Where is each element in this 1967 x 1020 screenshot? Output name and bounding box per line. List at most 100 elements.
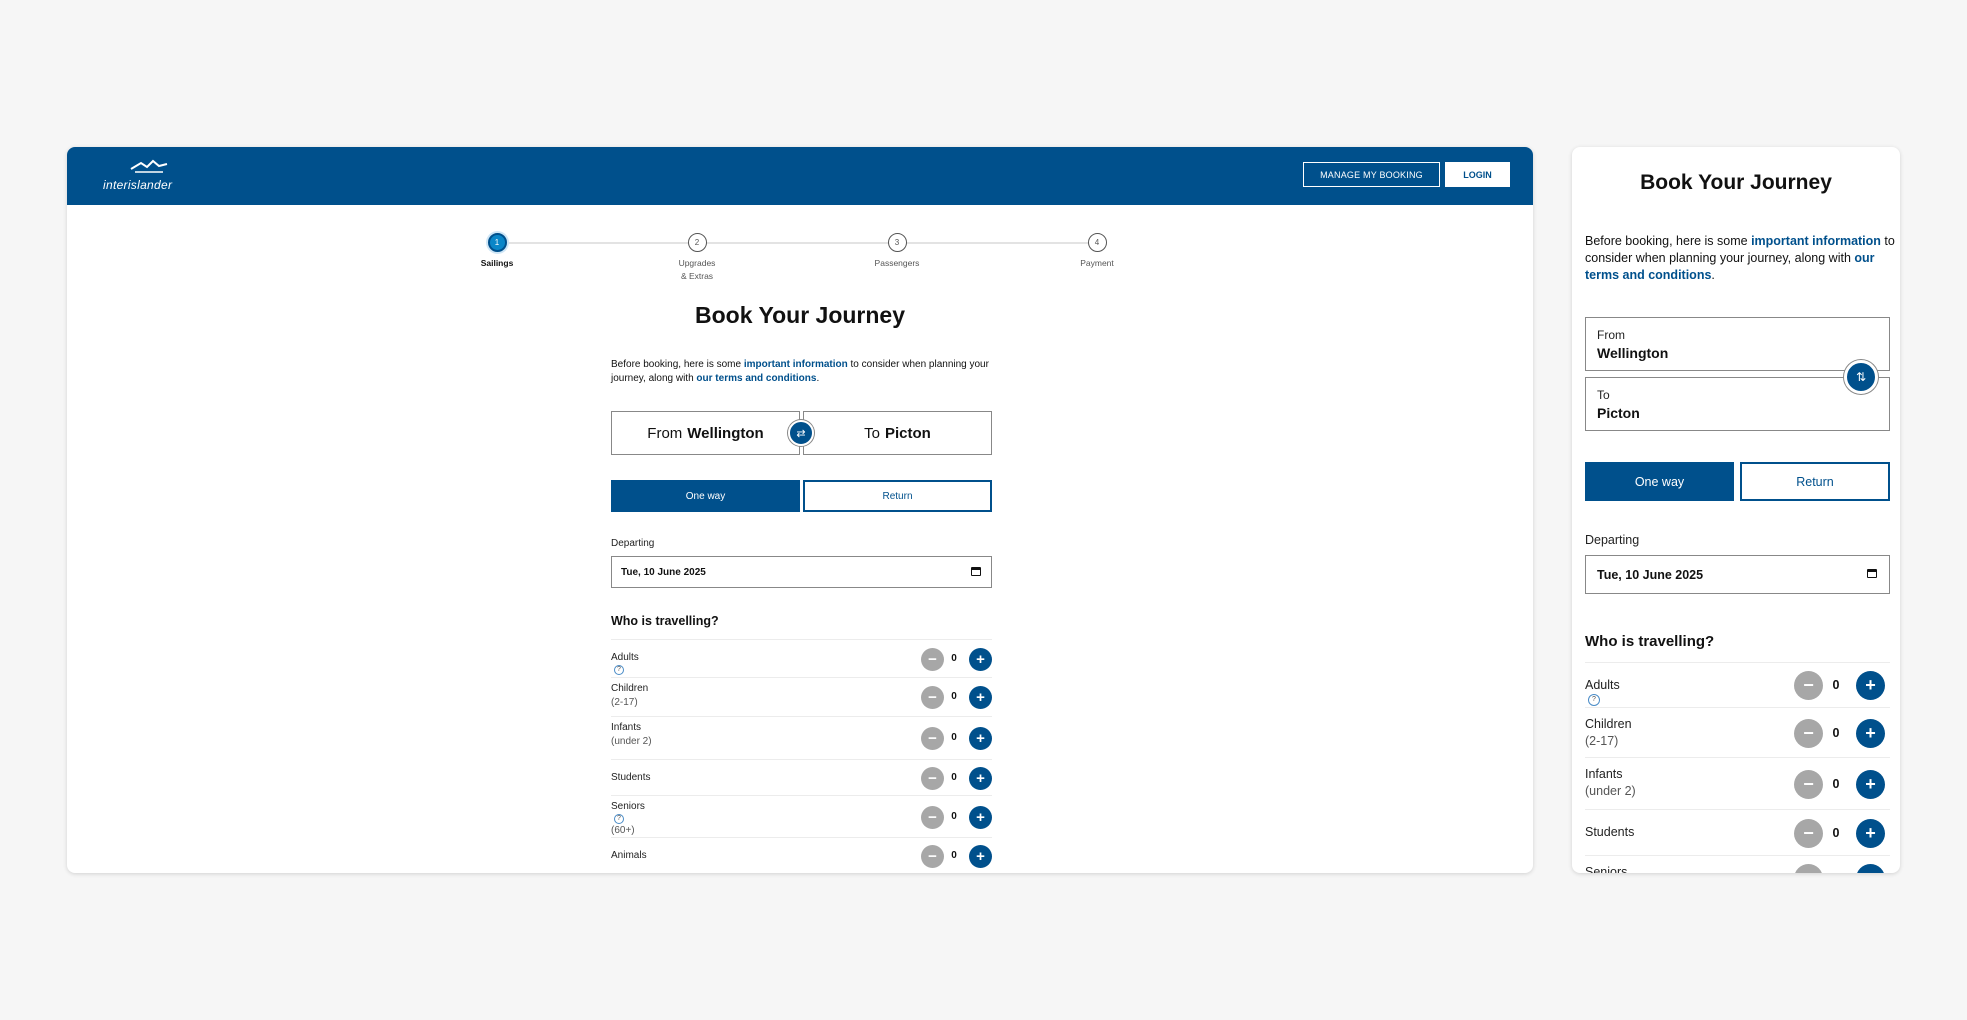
step-number: 1 xyxy=(487,233,507,252)
animals-count: 0 xyxy=(951,850,957,861)
students-increment-button[interactable]: + xyxy=(1856,819,1885,848)
departing-label: Departing xyxy=(611,538,655,549)
calendar-icon[interactable] xyxy=(971,567,981,576)
adults-decrement-button[interactable]: − xyxy=(1794,671,1823,700)
from-value: Wellington xyxy=(1597,345,1669,361)
passenger-label: Children (2-17) xyxy=(1585,717,1632,748)
step-passengers[interactable]: 3 Passengers xyxy=(847,233,947,270)
info-icon[interactable]: ? xyxy=(1588,694,1600,706)
swap-arrows-icon: ⇄ xyxy=(796,427,806,440)
passenger-row-seniors: Seniors?(60+) − 0 + xyxy=(1585,855,1890,873)
minus-icon: − xyxy=(1803,723,1814,743)
step-upgrades-extras[interactable]: 2 Upgrades & Extras xyxy=(647,233,747,283)
passenger-label: Seniors?(60+) xyxy=(611,801,645,836)
seniors-count: 0 xyxy=(1828,871,1844,873)
swap-ports-button[interactable]: ⇄ xyxy=(788,420,814,446)
swap-ports-button[interactable]: ⇅ xyxy=(1844,360,1878,394)
step-label: Sailings xyxy=(480,258,514,268)
one-way-button[interactable]: One way xyxy=(611,480,800,512)
step-label: Upgrades & Extras xyxy=(678,258,716,281)
seniors-decrement-button[interactable]: − xyxy=(921,806,944,829)
infants-increment-button[interactable]: + xyxy=(1856,770,1885,799)
site-header: interislander MANAGE MY BOOKING LOGIN xyxy=(67,147,1533,205)
interislander-logo[interactable]: interislander xyxy=(103,157,213,197)
passenger-label: Students xyxy=(611,772,651,783)
children-decrement-button[interactable]: − xyxy=(921,686,944,709)
adults-count: 0 xyxy=(951,653,957,664)
children-increment-button[interactable]: + xyxy=(1856,719,1885,748)
passenger-row-children: Children (2-17) − 0 + xyxy=(1585,707,1890,757)
from-label: From xyxy=(1597,328,1625,342)
children-decrement-button[interactable]: − xyxy=(1794,719,1823,748)
departing-label: Departing xyxy=(1585,533,1640,547)
children-increment-button[interactable]: + xyxy=(969,686,992,709)
students-count: 0 xyxy=(1832,826,1840,840)
passenger-label: Animals xyxy=(611,850,647,861)
plus-icon: + xyxy=(976,730,985,747)
manage-my-booking-button[interactable]: MANAGE MY BOOKING xyxy=(1303,162,1440,187)
infants-increment-button[interactable]: + xyxy=(969,727,992,750)
seniors-decrement-button[interactable]: − xyxy=(1794,864,1823,873)
minus-icon: − xyxy=(928,689,937,706)
stepper-line xyxy=(497,242,1097,244)
return-button[interactable]: Return xyxy=(803,480,992,512)
adults-increment-button[interactable]: + xyxy=(1856,671,1885,700)
seniors-increment-button[interactable]: + xyxy=(1856,864,1885,873)
step-label: Passengers xyxy=(874,258,920,268)
plus-icon: + xyxy=(976,809,985,826)
infants-decrement-button[interactable]: − xyxy=(1794,770,1823,799)
step-label: Payment xyxy=(1080,258,1114,268)
passenger-row-students: Students − 0 + xyxy=(611,759,992,795)
info-icon[interactable]: ? xyxy=(614,665,624,675)
return-button[interactable]: Return xyxy=(1740,462,1890,501)
plus-icon: + xyxy=(976,651,985,668)
passenger-row-adults: Adults? − 0 + xyxy=(611,639,992,677)
from-port-selector[interactable]: From Wellington xyxy=(611,411,800,455)
from-port-selector[interactable]: From Wellington xyxy=(1585,317,1890,371)
important-information-link[interactable]: important information xyxy=(1751,234,1881,248)
students-decrement-button[interactable]: − xyxy=(1794,819,1823,848)
important-information-link[interactable]: important information xyxy=(744,359,848,370)
step-payment[interactable]: 4 Payment xyxy=(1047,233,1147,270)
login-button[interactable]: LOGIN xyxy=(1445,162,1510,187)
calendar-icon[interactable] xyxy=(1867,569,1877,578)
desktop-view: interislander MANAGE MY BOOKING LOGIN 1 … xyxy=(67,147,1533,873)
departing-date-input[interactable]: Tue, 10 June 2025 xyxy=(611,556,992,588)
passenger-row-seniors: Seniors?(60+) − 0 + xyxy=(611,795,992,837)
infants-count: 0 xyxy=(951,732,957,743)
page-title: Book Your Journey xyxy=(694,302,906,328)
adults-increment-button[interactable]: + xyxy=(969,648,992,671)
animals-increment-button[interactable]: + xyxy=(969,845,992,868)
infants-decrement-button[interactable]: − xyxy=(921,727,944,750)
passenger-row-animals: Animals − 0 + xyxy=(611,837,992,873)
passenger-row-adults: Adults? − 0 + xyxy=(1585,662,1890,707)
step-sailings[interactable]: 1 Sailings xyxy=(447,233,547,270)
booking-stepper: 1 Sailings 2 Upgrades & Extras 3 Passenge… xyxy=(477,233,1177,293)
one-way-button[interactable]: One way xyxy=(1585,462,1734,501)
students-increment-button[interactable]: + xyxy=(969,767,992,790)
info-icon[interactable]: ? xyxy=(614,814,624,824)
step-number: 4 xyxy=(1087,233,1107,252)
minus-icon: − xyxy=(928,848,937,865)
students-decrement-button[interactable]: − xyxy=(921,767,944,790)
logo-ship-icon xyxy=(130,159,168,173)
to-label: To xyxy=(1597,388,1610,402)
who-travelling-heading: Who is travelling? xyxy=(1585,633,1715,650)
to-port-selector[interactable]: To Picton xyxy=(803,411,992,455)
minus-icon: − xyxy=(1803,823,1814,843)
plus-icon: + xyxy=(976,689,985,706)
plus-icon: + xyxy=(976,770,985,787)
animals-decrement-button[interactable]: − xyxy=(921,845,944,868)
plus-icon: + xyxy=(1865,723,1876,743)
departing-date-input[interactable]: Tue, 10 June 2025 xyxy=(1585,555,1890,594)
adults-count: 0 xyxy=(1832,678,1840,692)
to-port-selector[interactable]: To Picton xyxy=(1585,377,1890,431)
seniors-increment-button[interactable]: + xyxy=(969,806,992,829)
terms-conditions-link[interactable]: our terms and conditions xyxy=(696,373,816,384)
plus-icon: + xyxy=(1865,823,1876,843)
adults-decrement-button[interactable]: − xyxy=(921,648,944,671)
plus-icon: + xyxy=(976,848,985,865)
passenger-label: Students xyxy=(1585,825,1635,839)
passenger-label: Seniors?(60+) xyxy=(1585,864,1627,873)
minus-icon: − xyxy=(928,809,937,826)
